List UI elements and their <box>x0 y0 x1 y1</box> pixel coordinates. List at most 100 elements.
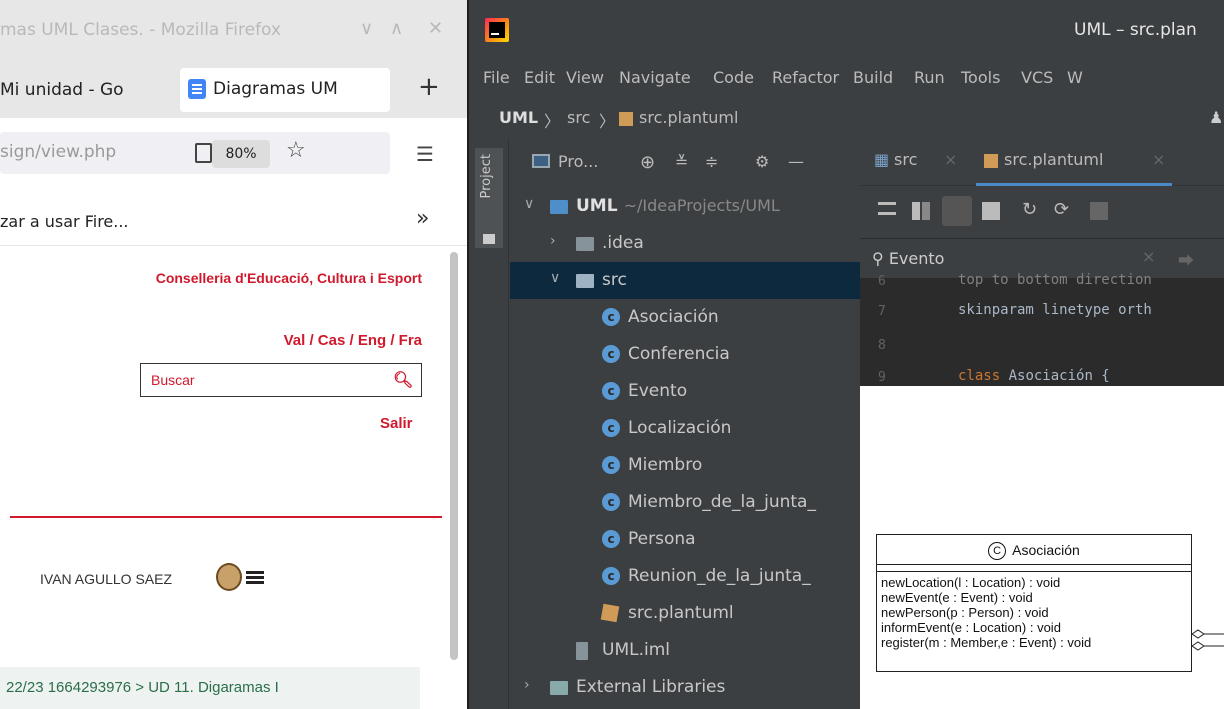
project-view-dropdown[interactable]: Pro... <box>558 152 598 171</box>
tree-item[interactable]: c Asociación <box>510 299 860 336</box>
code-editor[interactable]: 6 top to bottom direction 7 skinparam li… <box>860 272 1224 386</box>
tree-item[interactable]: c Reunion_de_la_junta_ <box>510 558 860 595</box>
hamburger-menu-icon[interactable]: ☰ <box>416 142 434 166</box>
menu-vcs[interactable]: VCS <box>1021 68 1053 87</box>
url-text[interactable]: sign/view.php <box>0 142 116 162</box>
replace-icon[interactable]: ⮕ <box>1178 247 1194 271</box>
plantuml-file-icon <box>619 112 633 126</box>
new-tab-button[interactable]: + <box>418 72 440 102</box>
tab-src[interactable]: src <box>894 150 917 169</box>
editor-only-icon[interactable] <box>878 202 896 215</box>
menu-file[interactable]: File <box>483 68 510 87</box>
search-box[interactable]: Buscar 🔍︎ <box>140 363 422 397</box>
tree-item[interactable]: c Conferencia <box>510 336 860 373</box>
class-icon: c <box>602 567 620 585</box>
close-icon[interactable]: × <box>944 150 957 169</box>
language-links[interactable]: Val / Cas / Eng / Fra <box>200 332 422 349</box>
tab-src-plantuml[interactable]: src.plantuml × <box>976 140 1172 186</box>
chevron-right-icon[interactable]: › <box>524 677 530 693</box>
tree-item-label: UML.iml <box>602 640 670 660</box>
gear-icon[interactable]: ⚙ <box>755 152 769 171</box>
crumb-file[interactable]: src.plantuml <box>639 108 738 127</box>
close-icon[interactable]: × <box>1152 150 1165 169</box>
url-bar[interactable]: sign/view.php 80% ☆ <box>0 132 390 174</box>
menu-tools[interactable]: Tools <box>961 68 1000 87</box>
chevron-down-icon[interactable]: ∨ <box>550 270 560 286</box>
tree-item[interactable]: c Evento <box>510 373 860 410</box>
tree-item[interactable]: ∨ src <box>510 262 860 299</box>
image-icon[interactable] <box>982 202 1000 220</box>
chevron-down-icon[interactable]: ∨ <box>524 196 534 212</box>
menu-build[interactable]: Build <box>853 68 893 87</box>
menu-code[interactable]: Code <box>713 68 754 87</box>
tree-item[interactable]: UML.iml <box>510 632 860 669</box>
tree-item[interactable]: c Persona <box>510 521 860 558</box>
breadcrumb-text[interactable]: 22/23 1664293976 > UD 11. Digaramas I <box>6 679 279 696</box>
ide-breadcrumb: UML 〉 src 〉 src.plantuml ♟ <box>469 98 1224 138</box>
tree-item[interactable]: › .idea <box>510 225 860 262</box>
tree-item-label: Evento <box>628 381 687 401</box>
clear-icon[interactable]: × <box>1142 247 1155 266</box>
menu-window[interactable]: W <box>1067 68 1083 87</box>
line-number: 7 <box>878 304 886 319</box>
menu-view[interactable]: View <box>566 68 604 87</box>
tab-diagramas-uml[interactable]: Diagramas UM <box>180 68 390 112</box>
menu-refactor[interactable]: Refactor <box>772 68 839 87</box>
tree-item-text: Evento <box>628 381 688 401</box>
bookmark-star-icon[interactable]: ☆ <box>286 138 306 163</box>
preview-only-icon[interactable] <box>942 196 972 226</box>
class-icon: c <box>602 530 620 548</box>
web-page: Conselleria d'Educació, Cultura i Esport… <box>0 247 467 709</box>
close-icon[interactable]: ✕ <box>428 18 443 39</box>
tool-window-strip: Project <box>469 140 509 709</box>
user-menu-icon[interactable] <box>246 571 264 585</box>
project-tool-tab[interactable]: Project <box>475 148 503 248</box>
reader-view-icon[interactable] <box>195 143 212 163</box>
tab-mi-unidad[interactable]: Mi unidad - Go <box>0 80 124 100</box>
bookmark-item[interactable]: zar a usar Fire... <box>0 212 129 231</box>
editor-area: ▦ src × src.plantuml × ↻ ⟳ ⚲ Evento × ⮕ … <box>860 140 1224 709</box>
org-link[interactable]: Conselleria d'Educació, Cultura i Esport <box>130 267 422 289</box>
menu-navigate[interactable]: Navigate <box>619 68 691 87</box>
minimize-icon[interactable]: ∨ <box>360 18 373 39</box>
class-icon: c <box>602 419 620 437</box>
line-number: 6 <box>878 274 886 289</box>
tree-item[interactable]: c Localización <box>510 410 860 447</box>
maximize-icon[interactable]: ∧ <box>390 18 403 39</box>
user-icon[interactable]: ♟ <box>1209 108 1223 127</box>
tree-item[interactable]: › External Libraries <box>510 669 860 706</box>
search-input[interactable]: Buscar <box>151 372 195 388</box>
expand-all-icon[interactable]: ≚ <box>675 152 688 171</box>
crumb-src[interactable]: src <box>567 108 590 127</box>
tree-item[interactable]: src.plantuml <box>510 595 860 632</box>
tree-item[interactable]: c Miembro <box>510 447 860 484</box>
find-input[interactable]: ⚲ Evento <box>872 249 944 268</box>
tree-item-label: .idea <box>602 233 644 253</box>
tree-item[interactable]: ∨ UML ~/IdeaProjects/UML <box>510 188 860 225</box>
tree-item-label: Reunion_de_la_junta_ <box>628 566 811 586</box>
chevron-right-icon[interactable]: › <box>550 233 556 249</box>
menu-edit[interactable]: Edit <box>524 68 555 87</box>
logout-link[interactable]: Salir <box>380 415 413 432</box>
hide-icon[interactable]: — <box>788 152 804 171</box>
chevron-more-icon[interactable]: » <box>416 206 429 231</box>
scrollbar[interactable] <box>450 252 458 660</box>
search-icon[interactable]: 🔍︎ <box>393 370 413 389</box>
refresh-icon[interactable]: ↻ <box>1022 199 1040 220</box>
tree-item-text: src.plantuml <box>628 603 734 623</box>
sync-icon[interactable]: ⟳ <box>1054 199 1072 220</box>
locate-icon[interactable]: ⊕ <box>640 152 655 173</box>
uml-class-box[interactable]: C Asociación newLocation(l : Location) : … <box>876 534 1192 672</box>
side-tab-label: Project <box>479 154 494 199</box>
diagram-preview[interactable]: C Asociación newLocation(l : Location) : … <box>860 386 1224 709</box>
split-view-icon[interactable] <box>912 202 930 220</box>
collapse-all-icon[interactable]: ≑ <box>705 152 718 171</box>
crumb-uml[interactable]: UML <box>499 108 538 127</box>
copy-icon[interactable] <box>1090 202 1108 220</box>
zoom-badge[interactable]: 80% <box>212 140 270 168</box>
menu-run[interactable]: Run <box>914 68 945 87</box>
tree-item-label: Asociación <box>628 307 719 327</box>
avatar[interactable] <box>216 563 242 591</box>
tree-item[interactable]: c Miembro_de_la_junta_ <box>510 484 860 521</box>
tree-item-label: External Libraries <box>576 677 725 697</box>
